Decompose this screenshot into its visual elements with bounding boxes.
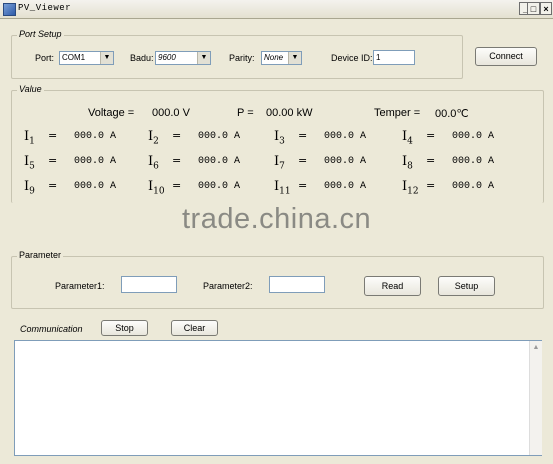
parameter1-input[interactable]: [121, 276, 177, 293]
stop-button[interactable]: Stop: [101, 320, 148, 336]
badu-select-value: 9600: [158, 53, 176, 62]
current-equals: =: [172, 179, 182, 192]
current-equals: =: [298, 129, 308, 142]
window-title: PV_Viewer: [18, 3, 72, 13]
current-label-3: I3: [274, 129, 285, 147]
title-bar: [0, 0, 553, 19]
current-value-1: 000.0 A: [74, 131, 117, 142]
current-label-5: I5: [24, 154, 35, 172]
parity-label: Parity:: [229, 53, 255, 63]
chevron-down-icon[interactable]: ▼: [197, 52, 210, 64]
current-index: 4: [407, 136, 413, 147]
current-index: 1: [29, 136, 35, 147]
current-index: 3: [279, 136, 285, 147]
badu-select[interactable]: 9600 ▼: [155, 51, 211, 65]
current-value-10: 000.0 A: [198, 181, 241, 192]
current-value-2: 000.0 A: [198, 131, 241, 142]
voltage-label: Voltage =: [88, 107, 135, 119]
port-setup-legend: Port Setup: [17, 29, 64, 39]
current-label-9: I9: [24, 179, 35, 197]
chevron-down-icon[interactable]: ▼: [100, 52, 113, 64]
parameter1-label: Parameter1:: [55, 281, 105, 291]
current-label-10: I10: [148, 179, 165, 197]
current-index: 6: [153, 161, 159, 172]
port-label: Port:: [35, 53, 55, 63]
connect-button[interactable]: Connect: [475, 47, 537, 66]
power-label: P =: [237, 107, 254, 119]
current-index: 7: [279, 161, 285, 172]
parameter2-input[interactable]: [269, 276, 325, 293]
maximize-button[interactable]: □: [527, 2, 540, 15]
parameter2-label: Parameter2:: [203, 281, 253, 291]
port-select[interactable]: COM1 ▼: [59, 51, 114, 65]
current-label-4: I4: [402, 129, 413, 147]
current-value-9: 000.0 A: [74, 181, 117, 192]
current-index: 11: [279, 186, 291, 197]
current-label-8: I8: [402, 154, 413, 172]
port-select-value: COM1: [62, 53, 86, 62]
parity-select-value: None: [264, 53, 284, 62]
communication-log[interactable]: [14, 340, 542, 456]
parity-select[interactable]: None ▼: [261, 51, 302, 65]
setup-button[interactable]: Setup: [438, 276, 495, 296]
parameter-legend: Parameter: [17, 250, 64, 260]
current-label-1: I1: [24, 129, 35, 147]
app-icon: [3, 3, 16, 16]
value-legend: Value: [17, 84, 44, 94]
current-equals: =: [48, 154, 58, 167]
current-equals: =: [426, 129, 436, 142]
current-value-11: 000.0 A: [324, 181, 367, 192]
current-index: 9: [29, 186, 35, 197]
current-equals: =: [172, 154, 182, 167]
current-index: 8: [407, 161, 413, 172]
current-value-12: 000.0 A: [452, 181, 495, 192]
current-index: 5: [29, 161, 35, 172]
voltage-value: 000.0 V: [152, 107, 190, 119]
current-equals: =: [426, 179, 436, 192]
current-value-3: 000.0 A: [324, 131, 367, 142]
current-label-12: I12: [402, 179, 419, 197]
current-equals: =: [298, 154, 308, 167]
current-value-6: 000.0 A: [198, 156, 241, 167]
current-value-4: 000.0 A: [452, 131, 495, 142]
current-label-2: I2: [148, 129, 159, 147]
communication-label: Communication: [20, 324, 83, 334]
current-equals: =: [426, 154, 436, 167]
scroll-up-icon[interactable]: ▲: [531, 343, 541, 353]
device-id-input[interactable]: 1: [373, 50, 415, 65]
current-value-8: 000.0 A: [452, 156, 495, 167]
device-id-label: Device ID:: [331, 53, 373, 63]
current-index: 10: [153, 186, 165, 197]
close-button[interactable]: ×: [540, 2, 552, 15]
current-value-7: 000.0 A: [324, 156, 367, 167]
current-label-11: I11: [274, 179, 291, 197]
current-equals: =: [48, 129, 58, 142]
current-equals: =: [172, 129, 182, 142]
current-index: 2: [153, 136, 159, 147]
temper-label: Temper =: [374, 107, 421, 119]
chevron-down-icon[interactable]: ▼: [288, 52, 301, 64]
log-scrollbar[interactable]: ▲: [529, 341, 542, 455]
current-equals: =: [298, 179, 308, 192]
current-label-7: I7: [274, 154, 285, 172]
current-value-5: 000.0 A: [74, 156, 117, 167]
current-equals: =: [48, 179, 58, 192]
watermark-text: trade.china.cn: [182, 203, 372, 235]
current-label-6: I6: [148, 154, 159, 172]
current-index: 12: [407, 186, 419, 197]
clear-button[interactable]: Clear: [171, 320, 218, 336]
read-button[interactable]: Read: [364, 276, 421, 296]
badu-label: Badu:: [130, 53, 154, 63]
power-value: 00.00 kW: [266, 107, 313, 119]
temper-value: 00.0℃: [435, 108, 469, 120]
